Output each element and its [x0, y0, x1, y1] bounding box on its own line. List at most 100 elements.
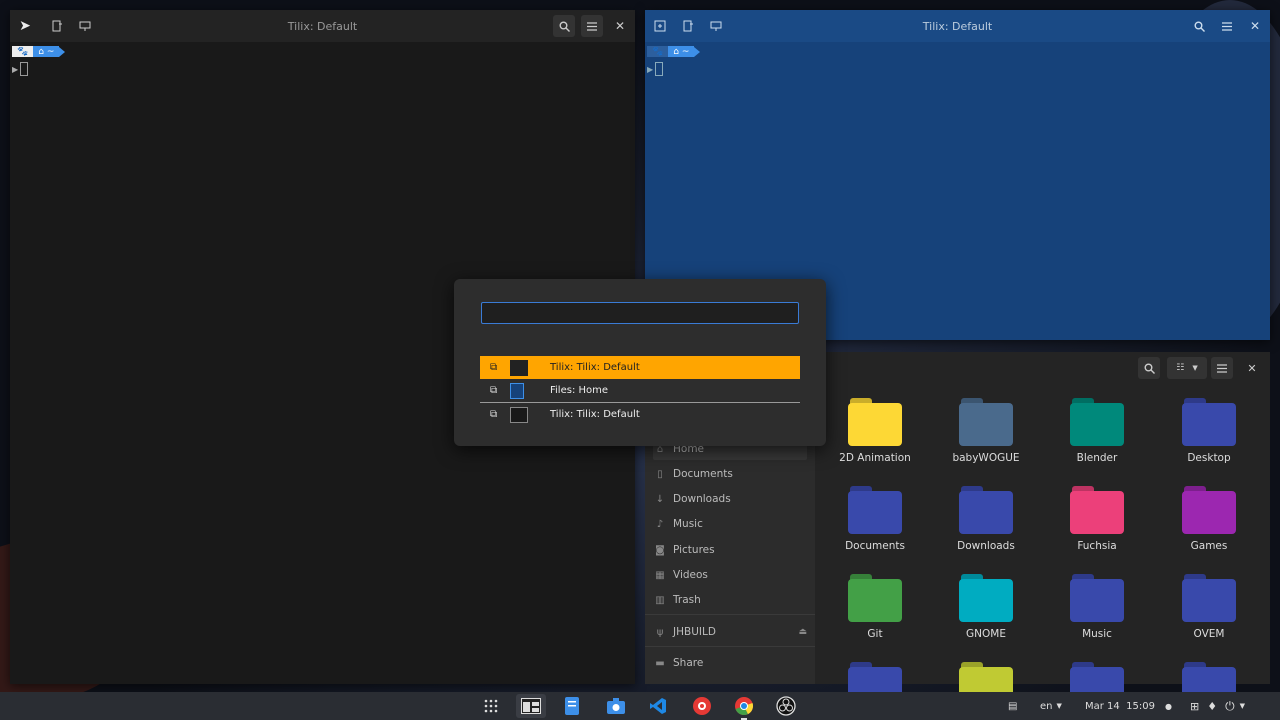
window-switcher[interactable]: ⧉ Tilix: Tilix: Default ⧉ Files: Home ⧉ … — [454, 279, 826, 446]
new-session-button[interactable] — [649, 15, 671, 37]
sidebar-item-downloads[interactable]: ↓ Downloads — [653, 488, 731, 510]
sidebar-item-trash[interactable]: ▥ Trash — [653, 589, 700, 611]
spiral-app-icon — [693, 697, 711, 715]
titlebar[interactable]: ➤ Tilix: Default ✕ — [10, 10, 635, 42]
close-button[interactable]: ✕ — [1244, 15, 1266, 37]
camera-icon: ◙ — [655, 544, 665, 556]
folder-item[interactable]: Blender — [1047, 398, 1147, 464]
camera-icon — [607, 698, 625, 714]
sidebar-item-label: JHBUILD — [673, 626, 716, 638]
microphone-icon[interactable]: ♦ — [1207, 700, 1217, 713]
sidebar-item-share[interactable]: ▬ Share — [653, 652, 703, 674]
split-horizontal-button[interactable] — [705, 15, 727, 37]
close-button[interactable]: ✕ — [609, 15, 631, 37]
language-indicator[interactable]: en — [1040, 701, 1053, 712]
folder-item[interactable]: babyWOGUE — [936, 398, 1036, 464]
split-horizontal-button[interactable] — [74, 15, 96, 37]
sidebar-item-documents[interactable]: ▯ Documents — [653, 463, 733, 485]
switcher-item[interactable]: ⧉ Tilix: Tilix: Default — [480, 356, 800, 379]
titlebar[interactable]: Tilix: Default ✕ — [645, 10, 1270, 42]
taskbar-vscode[interactable] — [646, 694, 670, 718]
folder-item[interactable]: Documents — [825, 486, 925, 552]
taskbar-files[interactable] — [560, 694, 584, 718]
new-session-button[interactable]: ➤ — [14, 15, 36, 37]
switcher-search-input[interactable] — [482, 303, 798, 323]
input-line[interactable]: ▶ — [12, 62, 29, 76]
eject-icon[interactable]: ⏏ — [798, 627, 807, 637]
search-icon — [1144, 363, 1155, 374]
input-line[interactable]: ▶ — [647, 62, 664, 76]
sidebar-item-jhbuild[interactable]: ψ JHBUILD ⏏ — [653, 621, 807, 643]
search-icon — [559, 21, 570, 32]
chevron-down-icon: ▼ — [1239, 702, 1245, 710]
view-toggle-button[interactable]: ☷ ▼ — [1167, 357, 1207, 379]
shell-prompt: 🐾 ⌂ ~ — [647, 46, 701, 57]
folder-label: Blender — [1076, 452, 1118, 464]
folder-icon — [848, 486, 902, 534]
taskbar-chrome[interactable] — [732, 694, 756, 720]
split-vertical-icon — [683, 20, 693, 32]
split-vertical-button[interactable] — [677, 15, 699, 37]
taskbar-obs[interactable] — [774, 694, 798, 718]
folder-body — [848, 403, 902, 446]
window-link-icon: ⧉ — [490, 362, 498, 373]
cursor-arrow-icon: ➤ — [19, 18, 31, 34]
network-icon[interactable]: ⊞ — [1190, 700, 1199, 713]
window-list-icon[interactable]: ▤ — [1008, 701, 1017, 712]
folder-label: Git — [867, 628, 883, 640]
search-button[interactable] — [1138, 357, 1160, 379]
close-button[interactable]: ✕ — [1241, 357, 1263, 379]
folder-item[interactable]: OVEM — [1159, 574, 1259, 640]
notification-dot-icon: ● — [1164, 701, 1172, 711]
folder-label: Downloads — [957, 540, 1015, 552]
sidebar-divider — [645, 646, 815, 647]
folder-label: Documents — [845, 540, 905, 552]
folder-item[interactable]: 2D Animation — [825, 398, 925, 464]
folder-item[interactable]: Fuchsia — [1047, 486, 1147, 552]
power-icon[interactable]: ⏻ — [1225, 699, 1235, 714]
menu-button[interactable] — [581, 15, 603, 37]
split-vertical-icon — [52, 20, 62, 32]
menu-button[interactable] — [1211, 357, 1233, 379]
split-horizontal-icon — [79, 21, 91, 31]
menu-button[interactable] — [1216, 15, 1238, 37]
folder-body — [1070, 491, 1124, 534]
folder-item[interactable]: GNOME — [936, 574, 1036, 640]
folder-item[interactable]: Downloads — [936, 486, 1036, 552]
switcher-item-label: Tilix: Tilix: Default — [550, 362, 640, 373]
switcher-search-field[interactable] — [481, 302, 799, 324]
clock[interactable]: Mar 14 15:09 — [1085, 701, 1155, 712]
folder-body — [1182, 579, 1236, 622]
folder-item[interactable]: Git — [825, 574, 925, 640]
folder-item[interactable]: Games — [1159, 486, 1259, 552]
sidebar-item-videos[interactable]: ▦ Videos — [653, 564, 708, 586]
terminal-cursor — [655, 62, 664, 76]
sidebar-item-music[interactable]: ♪ Music — [653, 513, 703, 535]
taskbar-tilix[interactable] — [516, 694, 546, 718]
folder-body — [848, 579, 902, 622]
window-link-icon: ⧉ — [490, 385, 498, 396]
folder-item[interactable]: Music — [1047, 574, 1147, 640]
prompt-user-segment: 🐾 — [12, 46, 34, 57]
hamburger-icon — [587, 21, 597, 31]
app-grid-button[interactable] — [480, 694, 502, 718]
window-title: Tilix: Default — [287, 19, 358, 33]
sidebar-item-label: Share — [673, 657, 704, 669]
split-vertical-button[interactable] — [46, 15, 68, 37]
taskbar-app-red[interactable] — [690, 694, 714, 718]
add-terminal-icon — [654, 20, 666, 32]
search-button[interactable] — [1188, 15, 1210, 37]
terminal-cursor — [20, 62, 29, 76]
prompt-dir-label: ~ — [46, 46, 55, 57]
search-button[interactable] — [553, 15, 575, 37]
folder-icon — [1070, 398, 1124, 446]
chevron-down-icon: ▼ — [1056, 702, 1062, 710]
sidebar-item-pictures[interactable]: ◙ Pictures — [653, 539, 714, 561]
folder-body — [1182, 403, 1236, 446]
switcher-item[interactable]: ⧉ Tilix: Tilix: Default — [480, 403, 800, 426]
folder-body — [848, 491, 902, 534]
folder-item[interactable]: Desktop — [1159, 398, 1259, 464]
switcher-item[interactable]: ⧉ Files: Home — [480, 379, 800, 402]
taskbar-screenshot[interactable] — [604, 694, 628, 718]
folder-icon: ▬ — [655, 657, 665, 669]
